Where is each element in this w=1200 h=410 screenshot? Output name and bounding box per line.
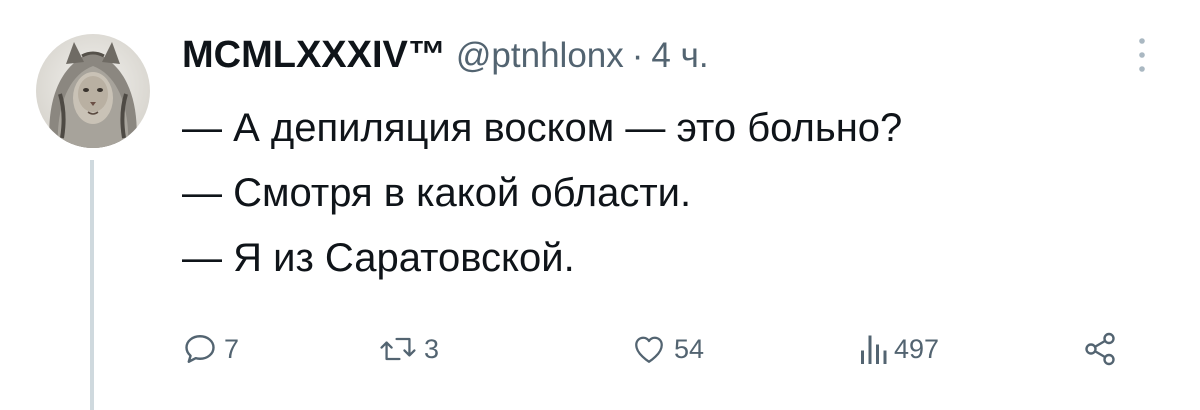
views-button[interactable]: 497 xyxy=(858,322,939,376)
reply-icon xyxy=(185,335,215,363)
retweet-count: 3 xyxy=(424,333,440,364)
reply-count: 7 xyxy=(224,333,240,364)
more-options-button[interactable] xyxy=(1124,30,1160,80)
more-vertical-icon xyxy=(1139,38,1145,72)
reply-button[interactable]: 7 xyxy=(182,322,239,376)
like-count: 54 xyxy=(674,333,705,364)
tweet-line: — А депиляция воском — это больно? xyxy=(182,106,903,150)
views-count: 497 xyxy=(894,333,940,364)
separator-dot: · xyxy=(631,36,644,75)
tweet-line: — Смотря в какой области. xyxy=(182,171,692,215)
tweet-line: — Я из Саратовской. xyxy=(182,236,575,280)
retweet-icon xyxy=(380,337,416,361)
action-bar: 7 3 54 497 xyxy=(182,322,1132,376)
share-icon xyxy=(1085,332,1115,366)
avatar[interactable] xyxy=(36,34,150,148)
views-chart-icon xyxy=(861,335,887,364)
share-button[interactable] xyxy=(1082,322,1118,376)
heart-icon xyxy=(635,336,663,363)
user-handle[interactable]: @ptnhlonx xyxy=(456,36,624,76)
thread-line xyxy=(90,160,94,410)
tweet-header: MCMLXXXIV™ @ptnhlonx · 4 ч. xyxy=(182,34,709,84)
tweet[interactable]: MCMLXXXIV™ @ptnhlonx · 4 ч. — А депиляци… xyxy=(0,0,1200,410)
timestamp[interactable]: 4 ч. xyxy=(651,36,708,76)
retweet-button[interactable]: 3 xyxy=(378,322,439,376)
display-name[interactable]: MCMLXXXIV™ xyxy=(182,34,446,77)
like-button[interactable]: 54 xyxy=(630,322,704,376)
avatar-image xyxy=(36,34,150,148)
tweet-text: — А депиляция воском — это больно? — Смо… xyxy=(182,96,902,291)
